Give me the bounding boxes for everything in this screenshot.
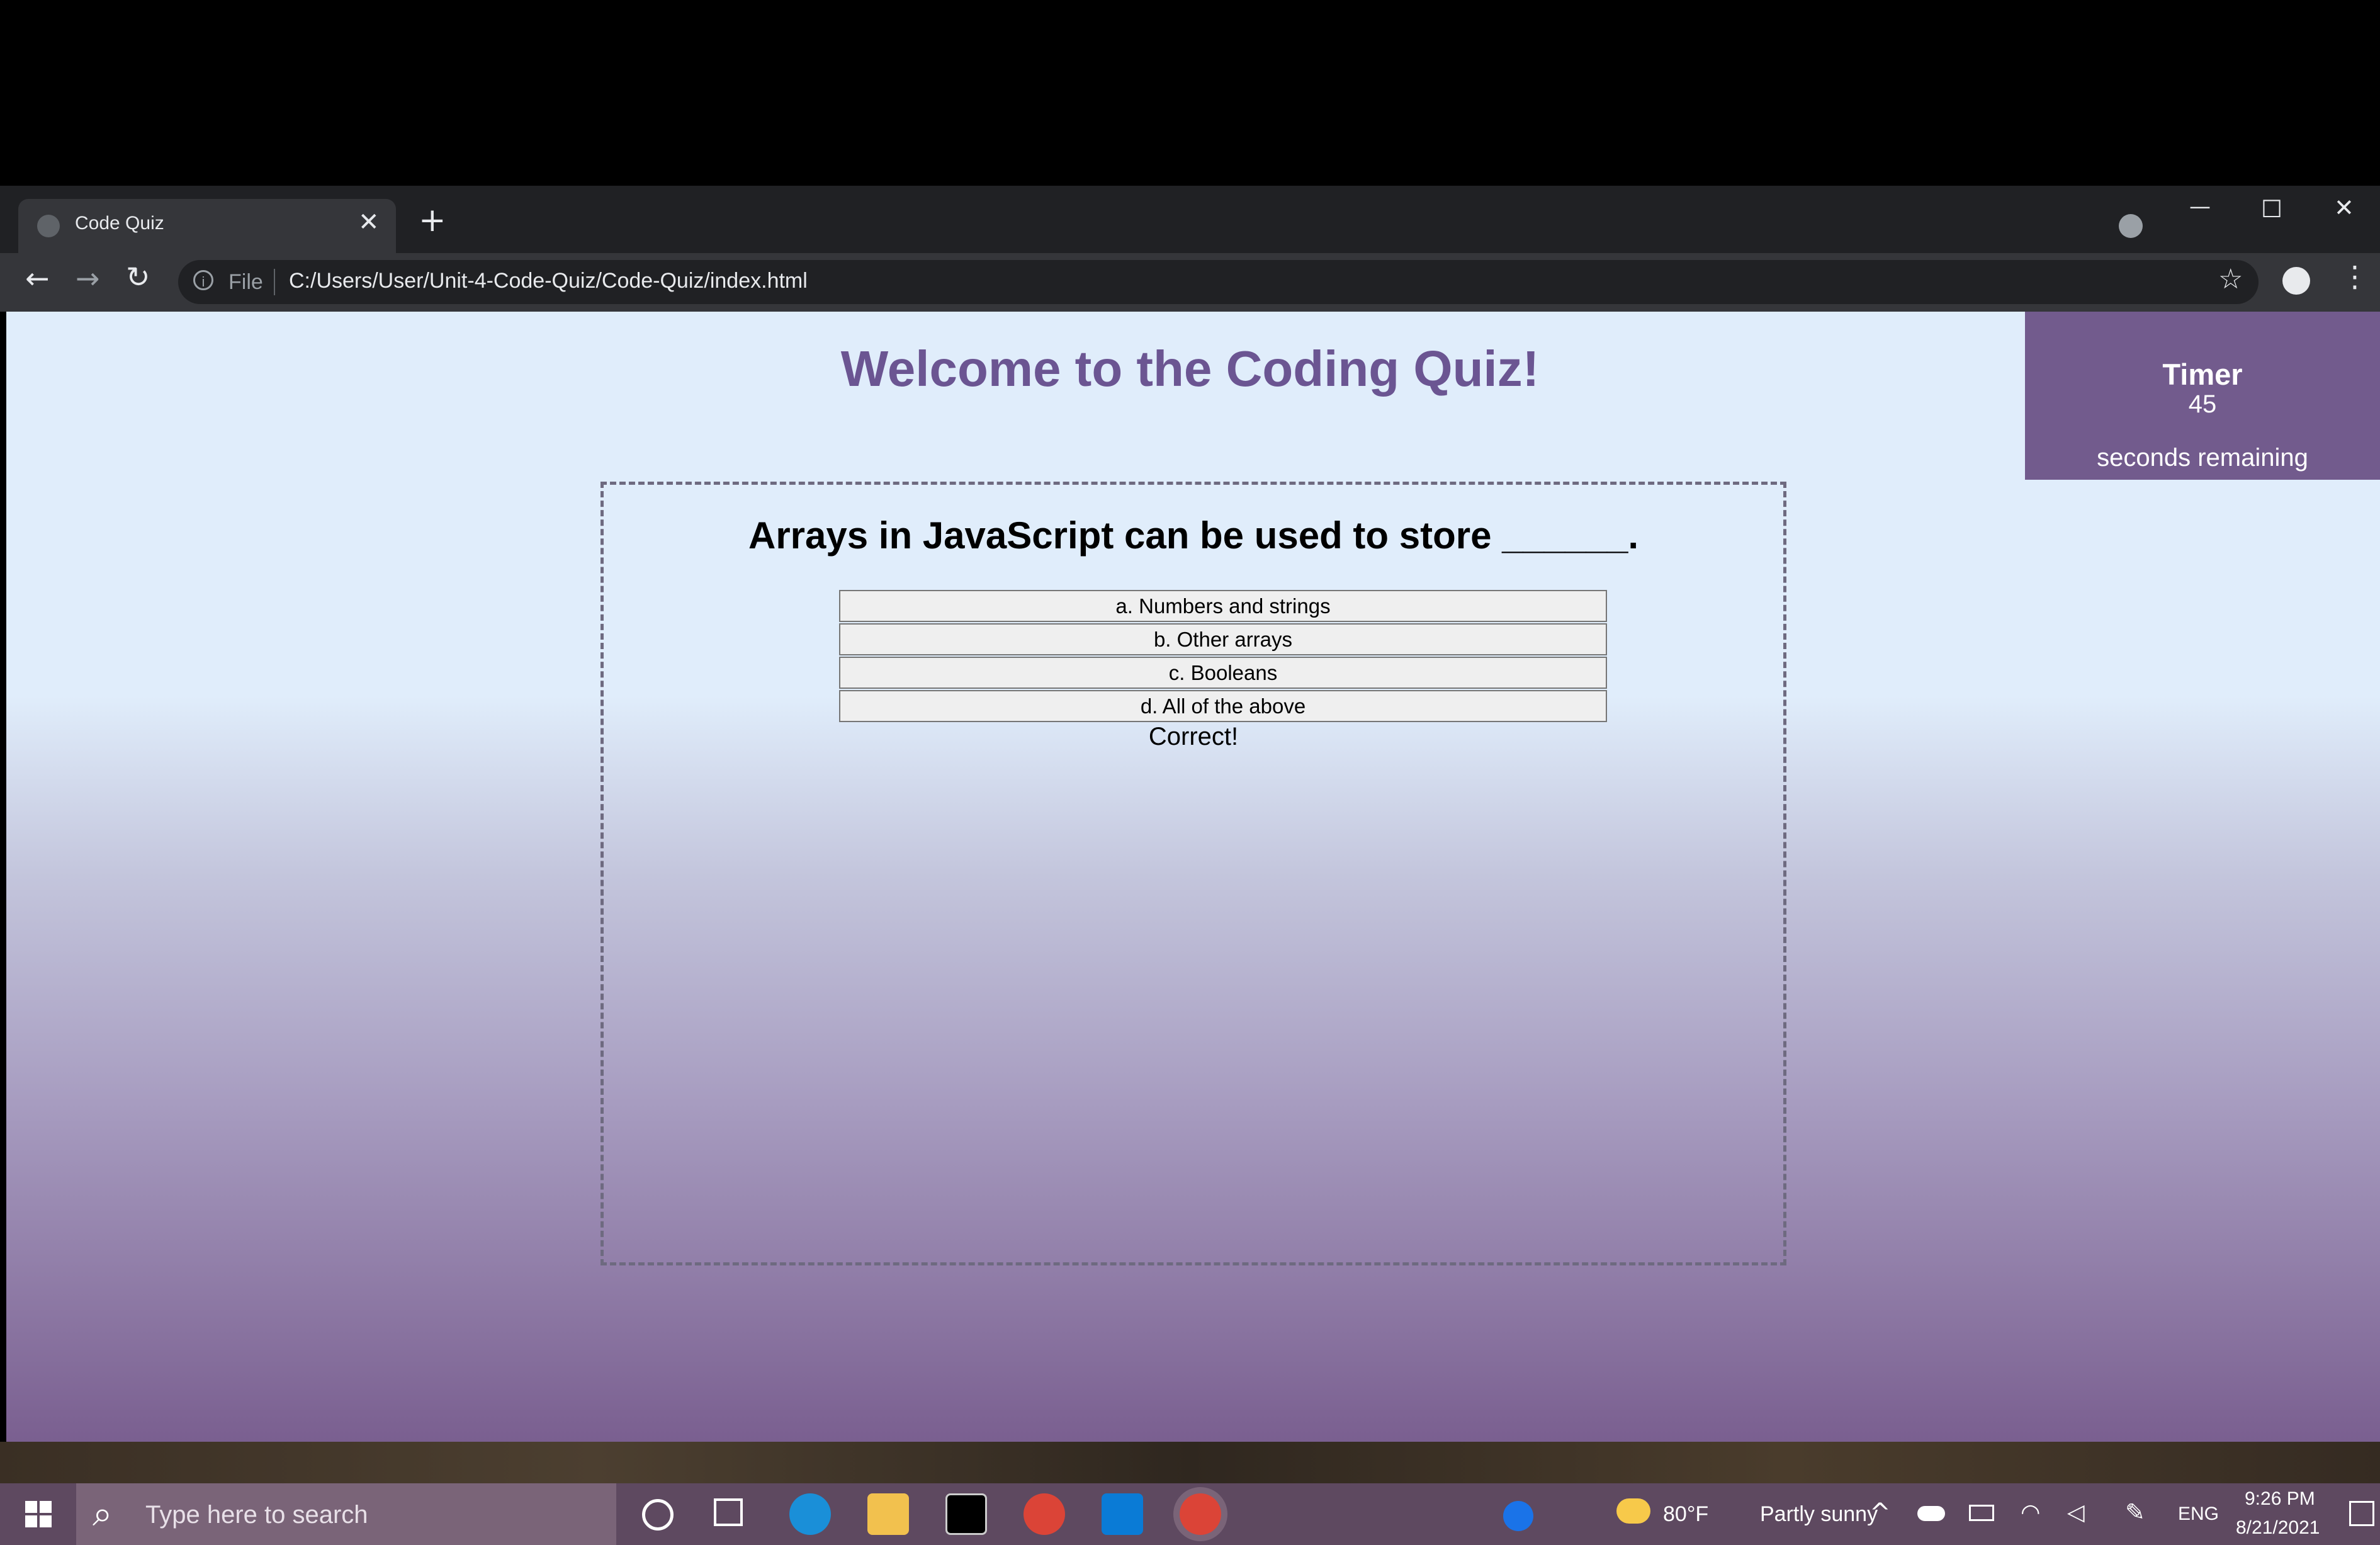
wifi-icon[interactable]: ◠: [2021, 1500, 2040, 1525]
answer-feedback: Correct!: [1148, 723, 1239, 750]
notification-icon[interactable]: [2349, 1501, 2374, 1526]
file-explorer-icon[interactable]: [867, 1493, 909, 1535]
battery-icon[interactable]: [1969, 1505, 1994, 1521]
globe-icon: [37, 215, 60, 237]
question-text: Arrays in JavaScript can be used to stor…: [748, 514, 1638, 557]
chrome-icon[interactable]: [1024, 1493, 1065, 1535]
answer-button-c[interactable]: c. Booleans: [839, 657, 1607, 689]
tab-title: Code Quiz: [75, 213, 164, 234]
back-arrow-icon[interactable]: ←: [25, 261, 50, 295]
clock-date[interactable]: 8/21/2021: [2236, 1517, 2320, 1539]
pen-icon[interactable]: ✎: [2125, 1498, 2145, 1526]
task-view-icon[interactable]: [714, 1498, 743, 1526]
profile-avatar-icon[interactable]: [2282, 267, 2310, 295]
answer-button-d[interactable]: d. All of the above: [839, 690, 1607, 722]
timer-suffix: seconds remaining: [2097, 444, 2308, 472]
weather-description[interactable]: Partly sunny: [1760, 1502, 1878, 1527]
tab-close-icon[interactable]: ✕: [358, 208, 380, 237]
edge-icon[interactable]: [789, 1493, 831, 1535]
timer-label: Timer: [2162, 358, 2243, 391]
address-bar[interactable]: i File C:/Users/User/Unit-4-Code-Quiz/Co…: [178, 260, 2259, 304]
timer-value: 45: [2188, 390, 2217, 418]
browser-tab[interactable]: Code Quiz ✕: [18, 199, 396, 253]
search-icon: ⌕: [93, 1493, 113, 1534]
desktop-wallpaper: [0, 1442, 2380, 1483]
vscode-icon[interactable]: [1102, 1493, 1143, 1535]
timer-panel: Timer 45 seconds remaining: [2025, 312, 2380, 480]
taskbar-search-box[interactable]: ⌕ Type here to search: [76, 1483, 616, 1545]
windows-start-icon[interactable]: [25, 1501, 52, 1527]
maximize-button[interactable]: ☐: [2261, 195, 2282, 223]
omnibox-scheme-label: File: [228, 270, 263, 294]
cortana-icon[interactable]: [642, 1499, 674, 1531]
chevron-up-icon[interactable]: ^: [1870, 1498, 1891, 1527]
tab-search-icon[interactable]: [2119, 214, 2143, 238]
weather-icon[interactable]: [1616, 1498, 1650, 1524]
weather-temperature[interactable]: 80°F: [1663, 1502, 1708, 1527]
terminal-icon[interactable]: [945, 1493, 987, 1535]
omnibox-divider: [274, 269, 275, 295]
language-indicator[interactable]: ENG: [2178, 1503, 2219, 1525]
page-title: Welcome to the Coding Quiz!: [840, 341, 1540, 397]
reload-icon[interactable]: ↻: [126, 260, 150, 294]
answer-button-b[interactable]: b. Other arrays: [839, 623, 1607, 655]
info-icon[interactable]: i: [193, 270, 213, 290]
help-icon[interactable]: [1503, 1501, 1533, 1531]
forward-arrow-icon[interactable]: →: [76, 261, 100, 295]
url-text[interactable]: C:/Users/User/Unit-4-Code-Quiz/Code-Quiz…: [289, 269, 808, 293]
volume-icon[interactable]: ◁: [2067, 1500, 2085, 1525]
chrome-active-icon[interactable]: [1180, 1493, 1221, 1535]
minimize-button[interactable]: —: [2189, 194, 2211, 219]
new-tab-button[interactable]: +: [419, 201, 446, 239]
search-placeholder: Type here to search: [145, 1501, 368, 1529]
onedrive-icon[interactable]: [1917, 1506, 1945, 1521]
window-close-button[interactable]: ✕: [2334, 194, 2354, 222]
bookmark-star-icon[interactable]: ☆: [2218, 263, 2243, 295]
answer-button-a[interactable]: a. Numbers and strings: [839, 590, 1607, 622]
more-menu-icon[interactable]: ⋮: [2340, 259, 2369, 293]
clock-time[interactable]: 9:26 PM: [2245, 1488, 2315, 1510]
